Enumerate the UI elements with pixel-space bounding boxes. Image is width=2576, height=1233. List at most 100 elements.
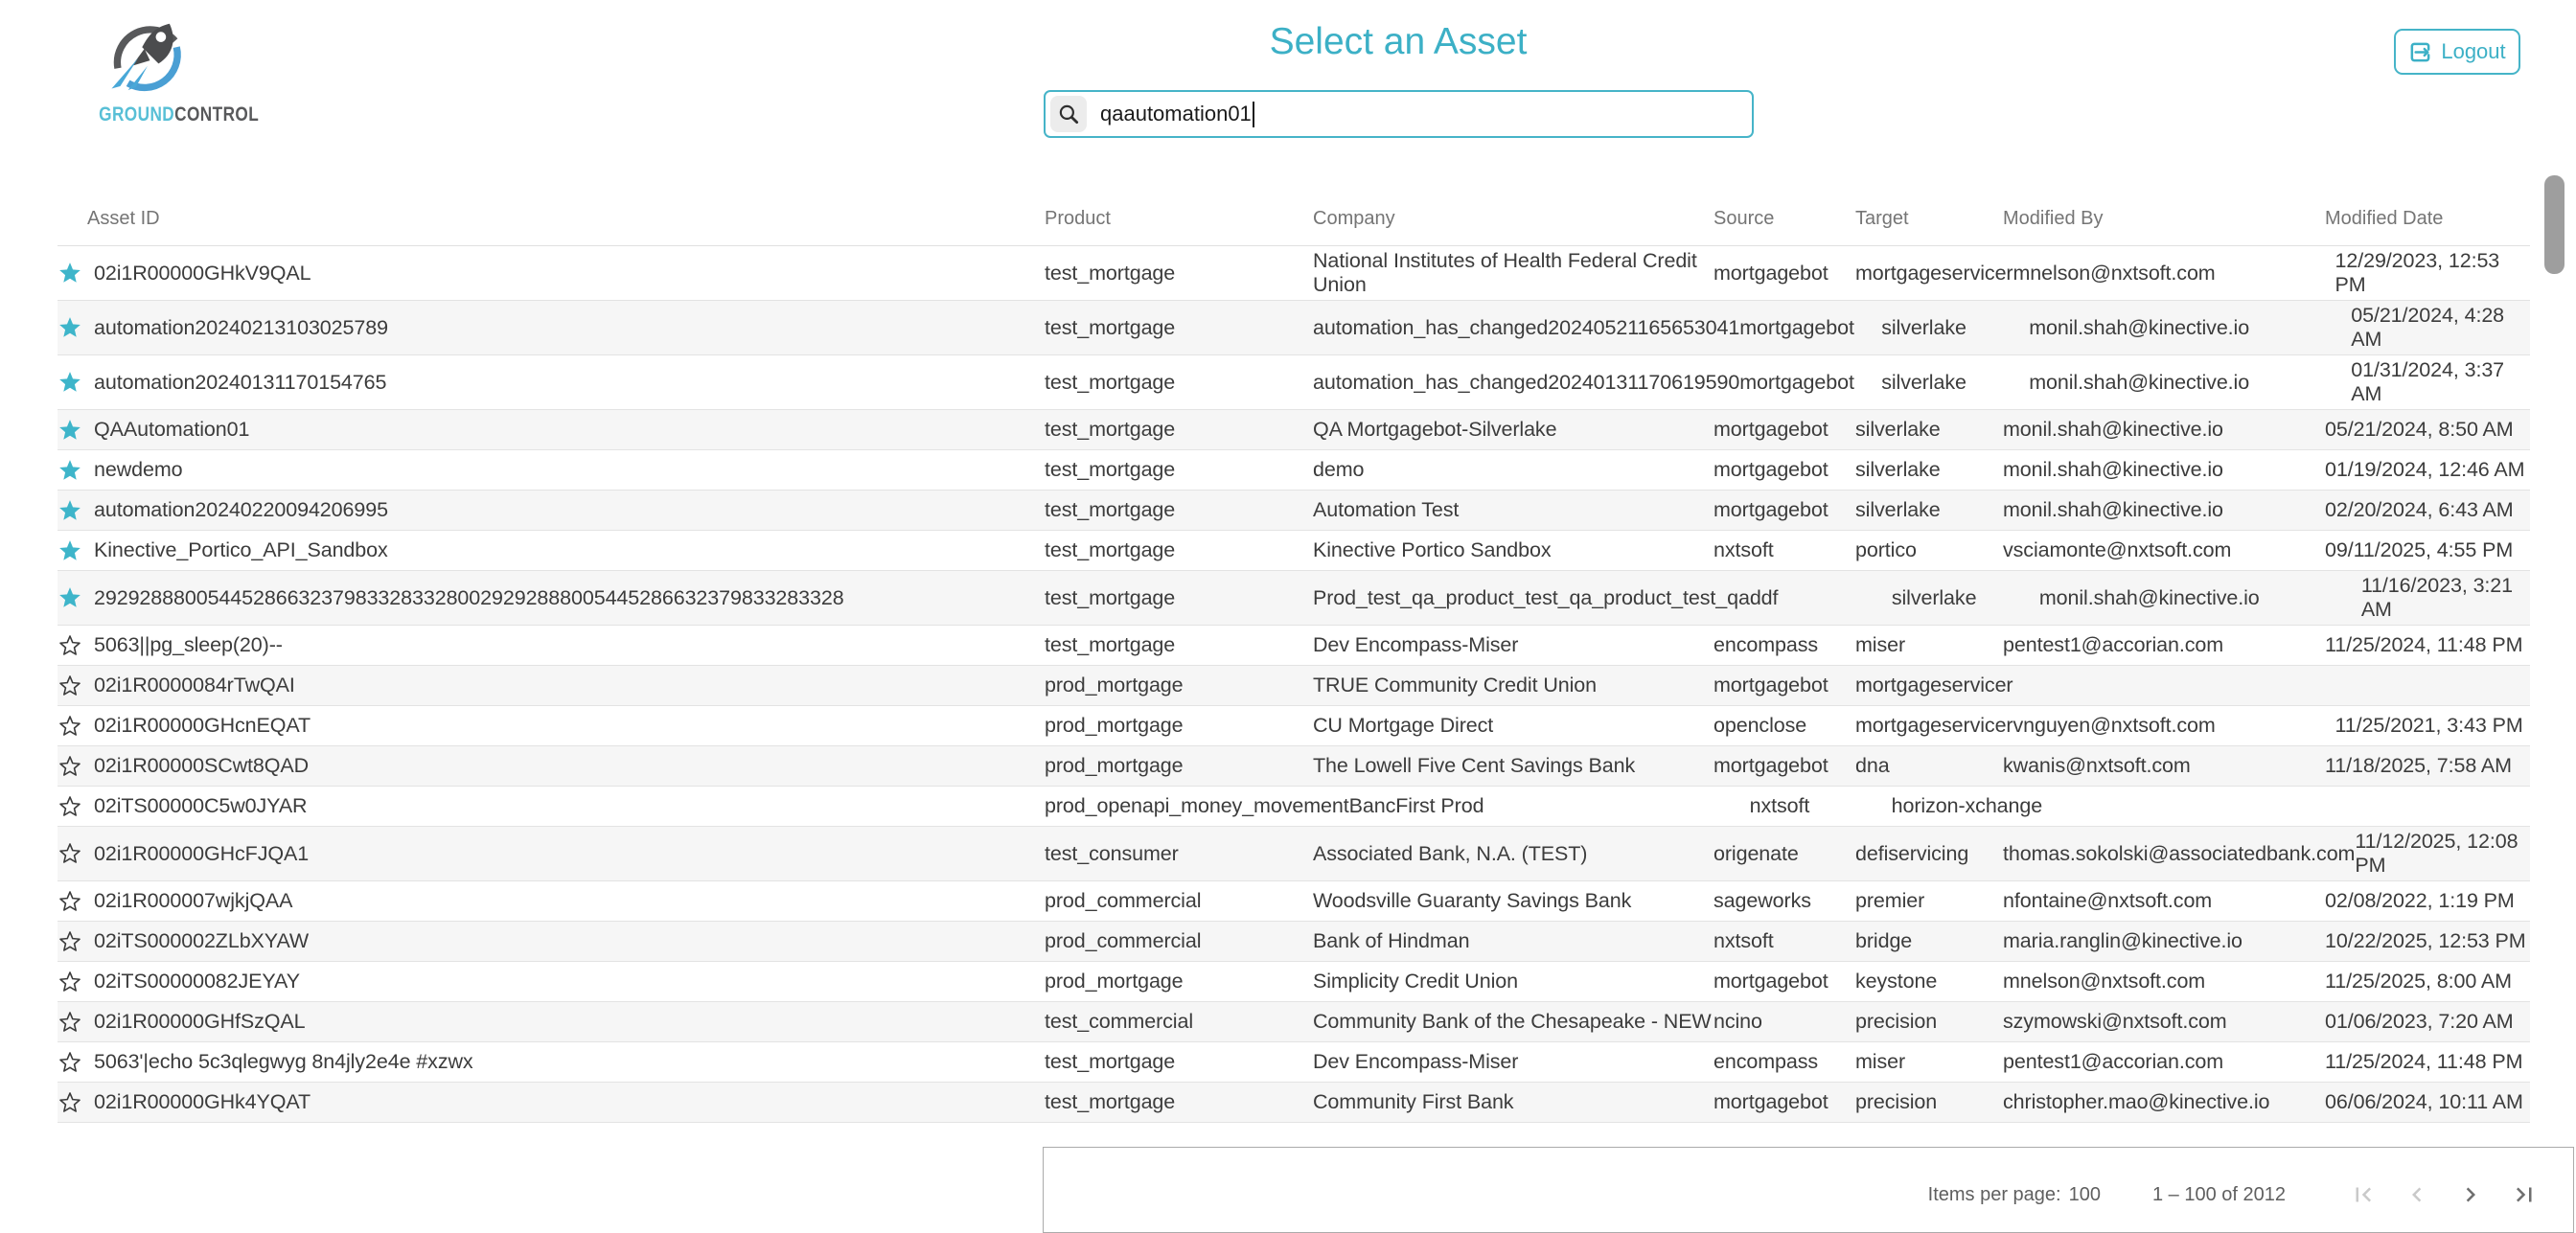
vertical-scrollbar[interactable]: [2544, 175, 2564, 274]
target-cell: mortgageservicer: [1855, 674, 2013, 697]
modified-date-cell: 01/31/2024, 3:37 AM: [2351, 358, 2530, 406]
favorite-star-icon[interactable]: [58, 1050, 82, 1075]
product-cell: test_mortgage: [1045, 586, 1313, 610]
table-row[interactable]: 5063||pg_sleep(20)-- test_mortgage Dev E…: [58, 626, 2530, 666]
favorite-star-icon[interactable]: [58, 794, 82, 819]
logout-button[interactable]: Logout: [2394, 29, 2520, 75]
favorite-star-icon[interactable]: [58, 458, 82, 483]
favorite-star-icon[interactable]: [58, 315, 82, 340]
product-cell: test_mortgage: [1045, 316, 1313, 340]
table-row[interactable]: 02i1R000007wjkjQAA prod_commercial Woods…: [58, 881, 2530, 922]
favorite-star-icon[interactable]: [58, 1010, 82, 1035]
favorite-star-icon[interactable]: [58, 970, 82, 994]
company-cell: National Institutes of Health Federal Cr…: [1313, 249, 1714, 297]
product-cell: test_mortgage: [1045, 418, 1313, 442]
table-row[interactable]: newdemo test_mortgage demo mortgagebot s…: [58, 450, 2530, 491]
table-row[interactable]: 02i1R0000084rTwQAI prod_mortgage TRUE Co…: [58, 666, 2530, 706]
next-page-button[interactable]: [2456, 1180, 2485, 1209]
table-row[interactable]: QAAutomation01 test_mortgage QA Mortgage…: [58, 410, 2530, 450]
favorite-star-icon[interactable]: [58, 841, 82, 866]
paginator-bar: Items per page: 100 1 – 100 of 2012: [1043, 1147, 2574, 1233]
favorite-star-icon[interactable]: [58, 418, 82, 443]
company-cell: CU Mortgage Direct: [1313, 714, 1714, 738]
company-cell: Associated Bank, N.A. (TEST): [1313, 842, 1714, 866]
target-cell: mortgageservicer: [1855, 714, 2013, 738]
modified-date-cell: 02/20/2024, 6:43 AM: [2325, 498, 2530, 522]
product-cell: prod_commercial: [1045, 929, 1313, 953]
source-cell: encompass: [1714, 633, 1855, 657]
table-row[interactable]: 5063'|echo 5c3qlegwyg 8n4jly2e4e #xzwx t…: [58, 1042, 2530, 1083]
modified-date-cell: 11/25/2021, 3:43 PM: [2335, 714, 2531, 738]
modified-by-cell: vsciamonte@nxtsoft.com: [2003, 538, 2325, 562]
asset-id-cell: automation20240213103025789: [94, 316, 388, 340]
table-row[interactable]: 02i1R00000GHk4YQAT test_mortgage Communi…: [58, 1083, 2530, 1123]
favorite-star-icon[interactable]: [58, 929, 82, 954]
modified-date-cell: 01/06/2023, 7:20 AM: [2325, 1010, 2530, 1034]
first-page-button[interactable]: [2349, 1180, 2378, 1209]
items-per-page-value[interactable]: 100: [2069, 1184, 2101, 1206]
favorite-star-icon[interactable]: [58, 1090, 82, 1115]
table-row[interactable]: 02iTS00000C5w0JYAR prod_openapi_money_mo…: [58, 787, 2530, 827]
target-cell: miser: [1855, 1050, 2003, 1074]
chevron-right-icon: [2456, 1180, 2485, 1209]
company-cell: BancFirst Prod: [1349, 794, 1750, 818]
asset-id-cell: 02iTS00000C5w0JYAR: [94, 794, 307, 818]
company-cell: automation_has_changed20240131170619590: [1313, 371, 1739, 395]
modified-by-cell: kwanis@nxtsoft.com: [2003, 754, 2325, 778]
favorite-star-icon[interactable]: [58, 498, 82, 523]
table-row[interactable]: Kinective_Portico_API_Sandbox test_mortg…: [58, 531, 2530, 571]
source-cell: encompass: [1714, 1050, 1855, 1074]
table-row[interactable]: 02i1R00000GHkV9QAL test_mortgage Nationa…: [58, 246, 2530, 301]
product-cell: test_mortgage: [1045, 262, 1313, 285]
product-cell: prod_openapi_money_movement: [1045, 794, 1349, 818]
modified-by-cell: monil.shah@kinective.io: [2003, 498, 2325, 522]
table-row[interactable]: automation20240220094206995 test_mortgag…: [58, 491, 2530, 531]
product-cell: test_mortgage: [1045, 458, 1313, 482]
table-row[interactable]: 02i1R00000GHcnEQAT prod_mortgage CU Mort…: [58, 706, 2530, 746]
previous-page-button[interactable]: [2403, 1180, 2431, 1209]
asset-id-cell: automation20240220094206995: [94, 498, 388, 522]
first-page-icon: [2349, 1180, 2378, 1209]
logout-icon: [2408, 40, 2432, 64]
asset-id-cell: QAAutomation01: [94, 418, 249, 442]
favorite-star-icon[interactable]: [58, 261, 82, 285]
modified-by-cell: pentest1@accorian.com: [2003, 633, 2325, 657]
favorite-star-icon[interactable]: [58, 714, 82, 739]
target-cell: silverlake: [1881, 316, 2029, 340]
source-cell: mortgagebot: [1714, 418, 1855, 442]
modified-date-cell: 01/19/2024, 12:46 AM: [2325, 458, 2530, 482]
search-input[interactable]: qaautomation01: [1044, 90, 1754, 138]
table-row[interactable]: 02i1R00000GHcFJQA1 test_consumer Associa…: [58, 827, 2530, 881]
favorite-star-icon[interactable]: [58, 538, 82, 563]
target-cell: silverlake: [1855, 418, 2003, 442]
favorite-star-icon[interactable]: [58, 674, 82, 698]
table-row[interactable]: automation20240213103025789 test_mortgag…: [58, 301, 2530, 355]
favorite-star-icon[interactable]: [58, 889, 82, 914]
target-cell: mortgageservicer: [1855, 262, 2013, 285]
target-cell: premier: [1855, 889, 2003, 913]
column-header-source: Source: [1714, 208, 1855, 230]
product-cell: prod_mortgage: [1045, 714, 1313, 738]
table-row[interactable]: automation20240131170154765 test_mortgag…: [58, 355, 2530, 410]
table-row[interactable]: 02iTS000002ZLbXYAW prod_commercial Bank …: [58, 922, 2530, 962]
last-page-button[interactable]: [2510, 1180, 2539, 1209]
product-cell: prod_mortgage: [1045, 674, 1313, 697]
favorite-star-icon[interactable]: [58, 633, 82, 658]
table-row[interactable]: 2929288800544528663237983328332800292928…: [58, 571, 2530, 626]
page-title: Select an Asset: [1270, 21, 1528, 63]
table-row[interactable]: 02i1R00000SCwt8QAD prod_mortgage The Low…: [58, 746, 2530, 787]
modified-by-cell: monil.shah@kinective.io: [2003, 418, 2325, 442]
favorite-star-icon[interactable]: [58, 585, 82, 610]
table-row[interactable]: 02i1R00000GHfSzQAL test_commercial Commu…: [58, 1002, 2530, 1042]
asset-id-cell: 2929288800544528663237983328332800292928…: [94, 586, 844, 610]
table-row[interactable]: 02iTS00000082JEYAY prod_mortgage Simplic…: [58, 962, 2530, 1002]
favorite-star-icon[interactable]: [58, 754, 82, 779]
table-header-row: Asset ID Product Company Source Target M…: [58, 192, 2530, 246]
rocket-logo-icon: [99, 10, 196, 103]
favorite-star-icon[interactable]: [58, 370, 82, 395]
asset-id-cell: 5063'|echo 5c3qlegwyg 8n4jly2e4e #xzwx: [94, 1050, 473, 1074]
asset-id-cell: 02i1R00000GHcnEQAT: [94, 714, 310, 738]
search-input-value: qaautomation01: [1100, 102, 1252, 126]
modified-date-cell: 09/11/2025, 4:55 PM: [2325, 538, 2530, 562]
target-cell: portico: [1855, 538, 2003, 562]
